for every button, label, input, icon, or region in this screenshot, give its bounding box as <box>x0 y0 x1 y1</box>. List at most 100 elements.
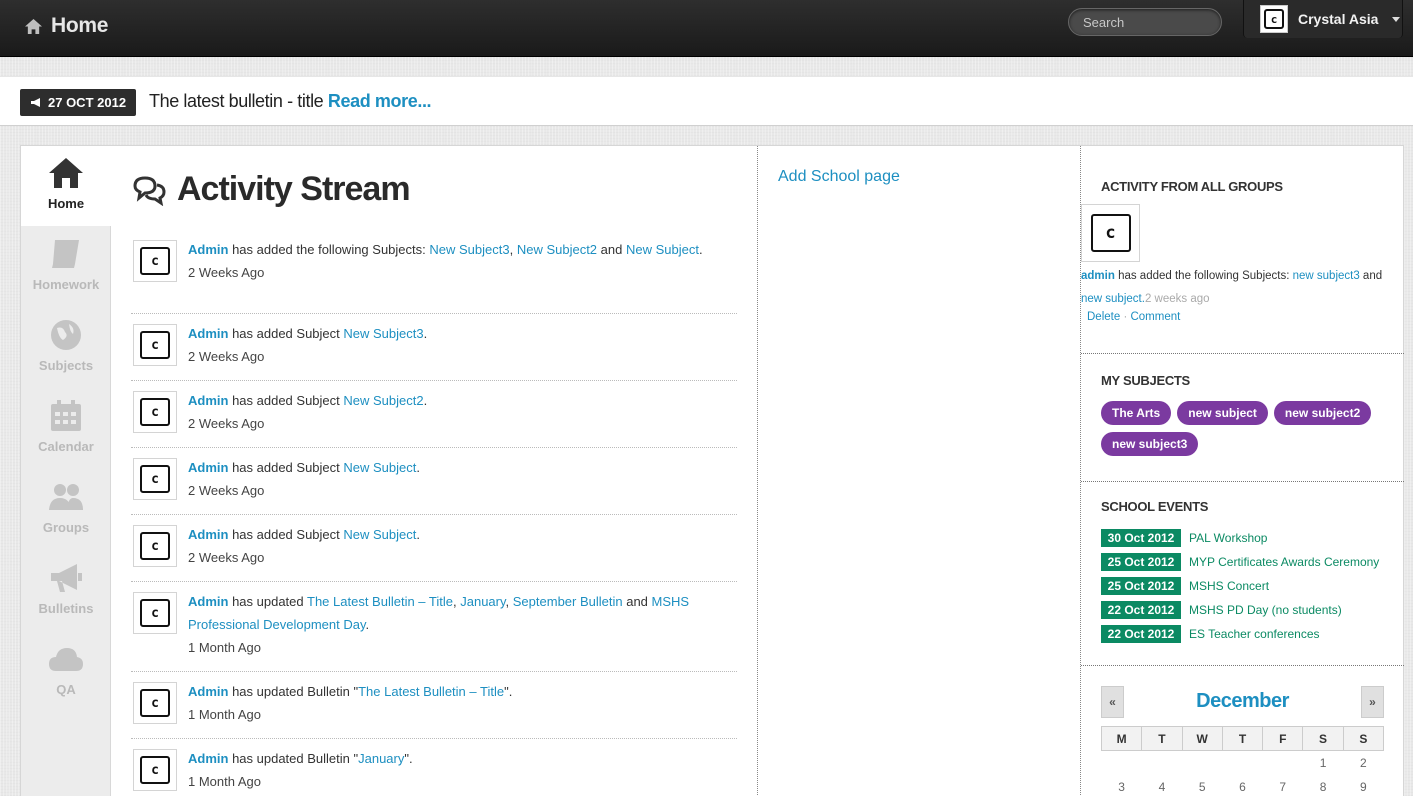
sidebar-item-label: Subjects <box>38 358 94 373</box>
calendar-day[interactable]: 5 <box>1182 775 1222 796</box>
calendar-day[interactable]: 3 <box>1102 775 1142 796</box>
sidebar-item-home[interactable]: Home <box>21 146 112 226</box>
add-school-page-link[interactable]: Add School page <box>778 168 900 186</box>
sidebar-item-calendar[interactable]: Calendar <box>21 389 111 469</box>
actor-link[interactable]: admin <box>1081 270 1115 282</box>
weekday-header: S <box>1342 726 1385 751</box>
action-text: has added the following Subjects: <box>1114 270 1293 282</box>
feed-body: Admin has added Subject New Subject. 2 W… <box>188 456 733 502</box>
user-name: Crystal Asia <box>1298 11 1379 27</box>
section-title: ACTIVITY FROM ALL GROUPS <box>1101 179 1283 194</box>
event-item[interactable]: 25 Oct 2012 MYP Certificates Awards Cerem… <box>1101 550 1379 574</box>
bulletin-link[interactable]: The Latest Bulletin – Title <box>358 684 504 699</box>
middle-column: Add School page <box>757 146 1081 796</box>
sidebar-item-bulletins[interactable]: Bulletins <box>21 551 111 631</box>
comment-link[interactable]: Comment <box>1130 311 1180 323</box>
read-more-link[interactable]: Read more... <box>328 91 432 111</box>
event-item[interactable]: 22 Oct 2012 ES Teacher conferences <box>1101 622 1379 646</box>
home-link[interactable]: Home <box>24 14 108 38</box>
actor-link[interactable]: Admin <box>188 527 228 542</box>
c-logo-icon: c <box>140 398 170 426</box>
event-name[interactable]: ES Teacher conferences <box>1189 627 1320 641</box>
actor-link[interactable]: Admin <box>188 460 228 475</box>
calendar-day[interactable] <box>1263 751 1303 775</box>
subject-link[interactable]: New Subject <box>626 242 699 257</box>
bulletin-link[interactable]: January <box>358 751 404 766</box>
calendar-day[interactable] <box>1142 751 1182 775</box>
sidebar: Home Homework Subjects Calendar Groups B… <box>21 146 112 796</box>
bulletin-link[interactable]: January <box>460 594 505 609</box>
event-name[interactable]: MSHS PD Day (no students) <box>1189 603 1342 617</box>
calendar-day[interactable] <box>1182 751 1222 775</box>
comments-icon <box>133 175 166 206</box>
group-icon <box>49 484 83 510</box>
subject-link[interactable]: new subject. <box>1081 293 1145 305</box>
bulletin-link[interactable]: The Latest Bulletin – Title <box>307 594 453 609</box>
calendar-day[interactable] <box>1102 751 1142 775</box>
subject-link[interactable]: New Subject <box>343 527 416 542</box>
megaphone-icon <box>31 98 40 107</box>
avatar[interactable]: c <box>133 592 177 634</box>
sidebar-item-groups[interactable]: Groups <box>21 470 111 550</box>
sidebar-item-qa[interactable]: QA <box>21 632 111 712</box>
calendar-day[interactable]: 8 <box>1303 775 1343 796</box>
avatar[interactable]: c <box>133 525 177 567</box>
next-month-button[interactable]: » <box>1361 686 1384 718</box>
events-list: 30 Oct 2012 PAL Workshop 25 Oct 2012 MYP C… <box>1101 526 1379 646</box>
event-name[interactable]: PAL Workshop <box>1189 531 1267 545</box>
sidebar-item-label: Bulletins <box>38 601 94 616</box>
group-avatar[interactable]: c <box>1081 204 1140 262</box>
bulletin-link[interactable]: September Bulletin <box>513 594 623 609</box>
calendar-day[interactable]: 2 <box>1343 751 1383 775</box>
event-item[interactable]: 22 Oct 2012 MSHS PD Day (no students) <box>1101 598 1379 622</box>
calendar-day[interactable]: 9 <box>1343 775 1383 796</box>
delete-link[interactable]: Delete <box>1087 311 1120 323</box>
action-text: has added Subject <box>228 527 344 542</box>
subject-pill[interactable]: new subject2 <box>1273 401 1372 425</box>
avatar[interactable]: c <box>133 749 177 791</box>
subject-link[interactable]: New Subject2 <box>343 393 423 408</box>
avatar[interactable]: c <box>133 324 177 366</box>
prev-month-button[interactable]: « <box>1101 686 1124 718</box>
timestamp: 2 Weeks Ago <box>188 416 265 431</box>
calendar-day[interactable]: 6 <box>1222 775 1262 796</box>
subject-pill[interactable]: The Arts <box>1101 401 1172 425</box>
user-menu[interactable]: c Crystal Asia <box>1243 0 1403 38</box>
event-name[interactable]: MYP Certificates Awards Ceremony <box>1189 555 1379 569</box>
actor-link[interactable]: Admin <box>188 594 228 609</box>
actor-link[interactable]: Admin <box>188 242 228 257</box>
calendar-day[interactable]: 7 <box>1263 775 1303 796</box>
c-logo-icon: c <box>140 532 170 560</box>
timestamp: 2 weeks ago <box>1144 293 1210 305</box>
actor-link[interactable]: Admin <box>188 684 228 699</box>
sidebar-item-label: QA <box>56 682 76 697</box>
event-item[interactable]: 30 Oct 2012 PAL Workshop <box>1101 526 1379 550</box>
avatar[interactable]: c <box>133 682 177 724</box>
calendar-day[interactable]: 1 <box>1303 751 1343 775</box>
subject-pill[interactable]: new subject3 <box>1101 432 1199 456</box>
avatar[interactable]: c <box>133 458 177 500</box>
sidebar-item-homework[interactable]: Homework <box>21 227 111 307</box>
calendar-day[interactable] <box>1222 751 1262 775</box>
subject-link[interactable]: New Subject <box>343 460 416 475</box>
subject-link[interactable]: New Subject3 <box>343 326 423 341</box>
actor-link[interactable]: Admin <box>188 393 228 408</box>
avatar[interactable]: c <box>133 391 177 433</box>
subject-link[interactable]: new subject3 <box>1293 270 1360 282</box>
timestamp: 2 Weeks Ago <box>188 483 265 498</box>
actor-link[interactable]: Admin <box>188 326 228 341</box>
weekday-header: S <box>1302 726 1344 751</box>
search-input[interactable] <box>1068 8 1222 36</box>
actor-link[interactable]: Admin <box>188 751 228 766</box>
event-name[interactable]: MSHS Concert <box>1189 579 1269 593</box>
sidebar-item-subjects[interactable]: Subjects <box>21 308 111 388</box>
subject-link[interactable]: New Subject3 <box>429 242 509 257</box>
chevron-down-icon <box>1392 16 1401 22</box>
subject-link[interactable]: New Subject2 <box>517 242 597 257</box>
event-item[interactable]: 25 Oct 2012 MSHS Concert <box>1101 574 1379 598</box>
calendar-day[interactable]: 4 <box>1142 775 1182 796</box>
feed-body: Admin has updated Bulletin "The Latest B… <box>188 680 733 726</box>
subject-pill[interactable]: new subject <box>1177 401 1268 425</box>
avatar[interactable]: c <box>133 240 177 282</box>
feed-body: Admin has added the following Subjects: … <box>188 238 733 284</box>
